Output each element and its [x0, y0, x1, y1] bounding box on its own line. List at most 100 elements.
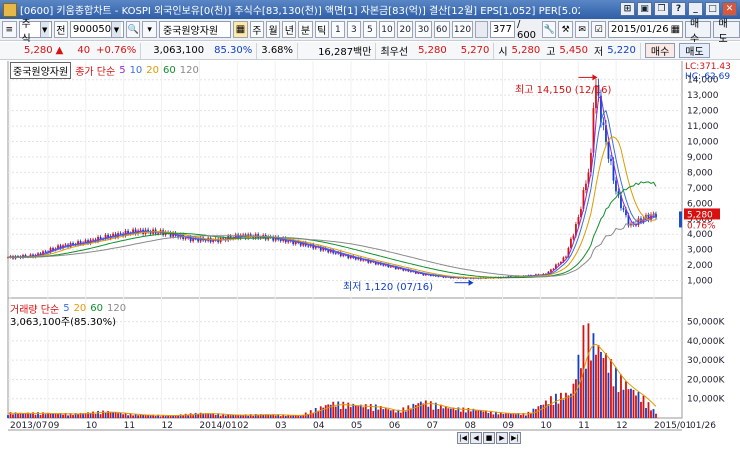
- volume-bar: [607, 372, 610, 418]
- minute-10-button[interactable]: 10: [378, 21, 396, 38]
- quote-buy-button[interactable]: 매수: [644, 43, 676, 58]
- volume-bar: [417, 403, 420, 418]
- lc-label: LC:371.43: [685, 62, 731, 72]
- volume-tick-label: 10,000K: [687, 395, 725, 405]
- buy-button[interactable]: 매수: [685, 19, 712, 45]
- volume-bar: [497, 414, 500, 418]
- volume-bar: [339, 408, 342, 418]
- restore-icon[interactable]: ❐: [654, 2, 669, 16]
- sell-button[interactable]: 매도: [713, 19, 740, 45]
- volume-bar: [394, 412, 397, 418]
- wrench-icon[interactable]: 🔧: [541, 21, 557, 38]
- candle-body: [139, 229, 142, 231]
- favorite-icon[interactable]: ▾: [142, 21, 157, 38]
- volume-bar: [252, 415, 255, 418]
- volume-bar: [29, 413, 32, 418]
- nav-next-icon[interactable]: ▶: [496, 432, 508, 444]
- code-input-value: 900050: [72, 24, 112, 35]
- volume-bar: [104, 412, 107, 418]
- quote-best-label: 최우선: [380, 47, 409, 58]
- volume-bar: [474, 410, 477, 418]
- nav-last-icon[interactable]: ▶|: [509, 432, 521, 444]
- volume-bar: [424, 400, 427, 418]
- volume-tick-label: 50,000K: [687, 318, 725, 328]
- minute-120-button[interactable]: 120: [451, 21, 474, 38]
- volume-bar: [537, 406, 540, 418]
- x-tick-label: 02: [237, 421, 248, 431]
- volume-bar: [552, 405, 555, 418]
- chevron-down-icon: ▼: [39, 22, 49, 37]
- low-annotation: 최저 1,120 (07/16): [343, 282, 434, 293]
- volume-bar: [44, 414, 47, 418]
- market-select[interactable]: 주식 ▼: [18, 19, 52, 45]
- capture-icon[interactable]: ▣: [637, 2, 652, 16]
- data-count-input[interactable]: 377: [489, 21, 515, 38]
- volume-bar: [630, 388, 632, 418]
- volume-bar: [349, 407, 352, 418]
- candle-body: [607, 141, 610, 159]
- period-minute-button[interactable]: 분: [298, 21, 313, 38]
- volume-bar: [519, 414, 522, 418]
- candle-body: [389, 266, 392, 268]
- search-icon[interactable]: 🔍: [125, 21, 141, 38]
- tool-icon[interactable]: ⚒: [558, 21, 573, 38]
- volume-bar: [294, 415, 297, 418]
- minute-30-button[interactable]: 30: [415, 21, 432, 38]
- volume-bar: [459, 411, 462, 418]
- quote-change: 40: [77, 45, 91, 56]
- price-tick-label: 13,000: [687, 91, 719, 101]
- volume-bar: [620, 374, 622, 418]
- volume-bar: [492, 414, 495, 418]
- period-year-button[interactable]: 년: [282, 21, 297, 38]
- date-input[interactable]: 2015/01/26 ▦: [607, 21, 684, 38]
- volume-bar: [194, 412, 197, 418]
- candle-body: [557, 263, 560, 265]
- volume-bar: [94, 413, 97, 418]
- minute-20-button[interactable]: 20: [397, 21, 414, 38]
- period-week-button[interactable]: 주: [249, 21, 264, 38]
- volume-bar: [580, 368, 582, 418]
- volume-bar: [615, 367, 617, 418]
- help-icon[interactable]: ?: [671, 2, 686, 16]
- volume-bar: [399, 412, 402, 418]
- mail-icon[interactable]: ✉: [574, 21, 590, 38]
- minute-5-button[interactable]: 5: [362, 21, 377, 38]
- volume-bar: [97, 410, 99, 418]
- check-icon[interactable]: ☑: [591, 21, 606, 38]
- link-icon[interactable]: ⊞: [620, 2, 635, 16]
- x-tick-label: 09: [48, 421, 60, 431]
- chart-canvas[interactable]: 14,00013,00012,00011,00010,0009,0008,000…: [0, 61, 740, 454]
- chart-nav: |◀ ◀ ■ ▶ ▶|: [457, 432, 521, 444]
- menu-icon[interactable]: ≡: [2, 21, 17, 38]
- candle-body: [437, 276, 440, 278]
- quote-ask: 5,280: [418, 45, 447, 56]
- volume-bar: [545, 400, 547, 418]
- quote-vol-ratio: 85.30%: [214, 45, 253, 56]
- volume-bar: [332, 401, 335, 418]
- candle-body: [92, 239, 94, 241]
- period-tick-button[interactable]: 틱: [314, 21, 329, 38]
- calendar-icon[interactable]: ▦: [671, 24, 680, 35]
- stock-name-box: 중국원양자원: [158, 21, 232, 38]
- volume-bar: [452, 407, 455, 418]
- volume-bar: [284, 415, 287, 418]
- volume-bar: [57, 413, 59, 418]
- period-scroll[interactable]: [475, 21, 488, 38]
- minute-3-button[interactable]: 3: [346, 21, 361, 38]
- period-month-button[interactable]: 월: [265, 21, 281, 38]
- volume-bar: [209, 414, 212, 418]
- code-input[interactable]: 900050 ▼: [69, 21, 124, 38]
- quote-sell-button[interactable]: 매도: [679, 43, 710, 58]
- nav-prev-icon[interactable]: ◀: [470, 432, 482, 444]
- minute-1-button[interactable]: 1: [330, 21, 345, 38]
- volume-bar: [642, 395, 645, 418]
- period-day-button[interactable]: ▦: [233, 21, 248, 38]
- quote-amount: 16,287백만: [318, 47, 372, 58]
- prefix-button[interactable]: 전: [53, 21, 68, 38]
- nav-first-icon[interactable]: |◀: [457, 432, 469, 444]
- nav-stop-icon[interactable]: ■: [483, 432, 495, 444]
- volume-bar: [114, 412, 117, 418]
- volume-bar: [352, 403, 355, 418]
- minute-60-button[interactable]: 60: [433, 21, 450, 38]
- volume-bar: [625, 381, 627, 418]
